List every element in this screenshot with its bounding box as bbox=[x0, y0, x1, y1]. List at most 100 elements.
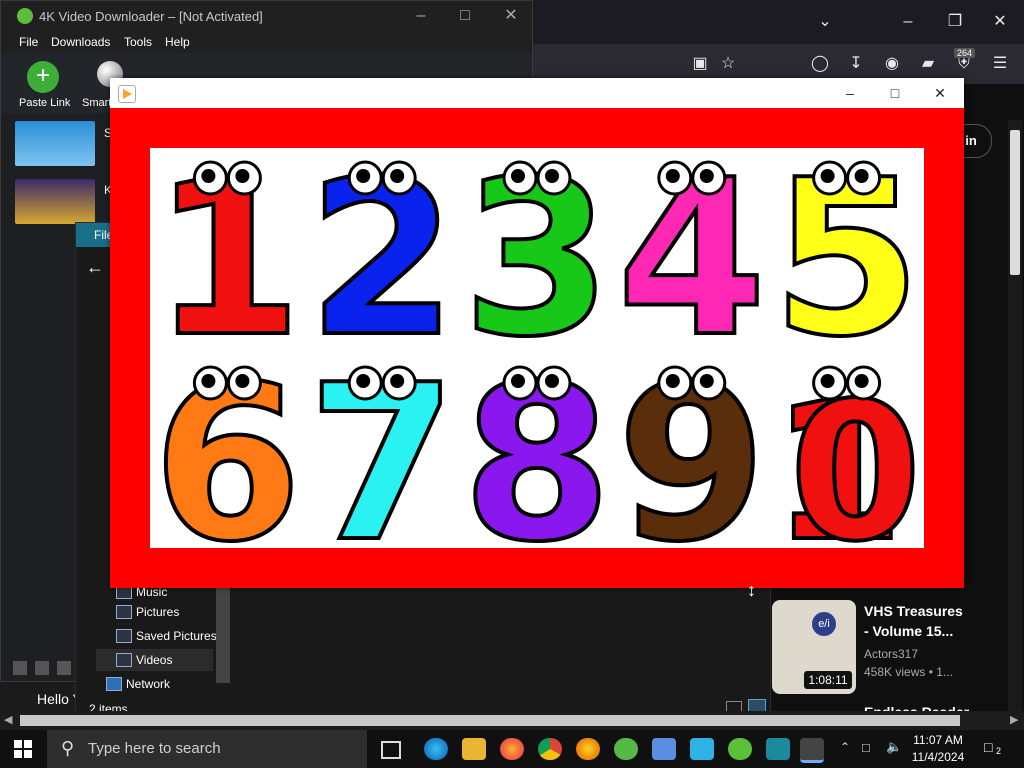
bookmark-star-icon[interactable]: ☆ bbox=[718, 54, 738, 74]
windows-start-icon[interactable] bbox=[14, 740, 32, 758]
volume-icon[interactable]: 🔈 bbox=[886, 739, 902, 755]
show-hidden-icons[interactable]: ⌃ bbox=[840, 740, 850, 754]
number-glyph: 6 bbox=[153, 338, 303, 548]
number-character-7: 7 bbox=[305, 336, 459, 591]
saved-pictures-folder-icon bbox=[116, 629, 132, 643]
download-thumbnail bbox=[15, 179, 95, 224]
minimize-icon[interactable]: – bbox=[836, 84, 864, 102]
pupil bbox=[511, 169, 525, 183]
minimize-icon[interactable]: – bbox=[411, 6, 431, 26]
browser-app-icon[interactable] bbox=[576, 738, 600, 760]
paste-link-button[interactable]: + Paste Link bbox=[11, 55, 75, 111]
4k-downloader-icon[interactable] bbox=[728, 738, 752, 760]
vd-titlebar: 4K Video Downloader – [Not Activated] – … bbox=[1, 1, 532, 31]
vd-menubar: File Downloads Tools Help bbox=[1, 31, 532, 53]
resize-cursor-icon: ↕ bbox=[747, 580, 756, 600]
number-glyph: 5 bbox=[772, 148, 922, 384]
channel-name[interactable]: Actors317 bbox=[864, 647, 918, 661]
social-icons bbox=[13, 659, 77, 677]
minimize-icon[interactable]: – bbox=[898, 12, 918, 32]
video-meta: 458K views • 1... bbox=[864, 665, 953, 679]
app-icon[interactable] bbox=[652, 738, 676, 760]
picture-in-picture-icon[interactable]: ▣ bbox=[690, 54, 710, 74]
vd-title: 4K Video Downloader – [Not Activated] bbox=[39, 9, 263, 24]
video-frame[interactable]: 1 2 3 4 5 6 7 8 9 10 bbox=[110, 108, 964, 591]
number-glyph: 9 bbox=[617, 338, 767, 548]
menu-help[interactable]: Help bbox=[165, 35, 190, 49]
download-thumbnail bbox=[15, 121, 95, 166]
nav-item-saved-pictures[interactable]: Saved Pictures bbox=[96, 625, 256, 647]
search-icon: ⚲ bbox=[61, 738, 75, 758]
scroll-right-icon[interactable]: ▶ bbox=[1010, 713, 1018, 726]
pupil bbox=[511, 374, 525, 388]
pupil bbox=[390, 169, 405, 183]
notification-icon[interactable]: □ bbox=[984, 739, 992, 755]
firefox-icon[interactable] bbox=[500, 738, 524, 760]
restore-icon[interactable]: ❐ bbox=[945, 12, 965, 32]
video-title[interactable]: VHS Treasures - Volume 15... bbox=[864, 603, 974, 639]
number-glyph: 10 bbox=[772, 362, 922, 548]
number-glyph: 7 bbox=[307, 338, 457, 548]
back-arrow-icon[interactable]: ← bbox=[86, 257, 104, 278]
clock-time: 11:07 AM bbox=[913, 733, 963, 747]
paste-link-label: Paste Link bbox=[19, 97, 71, 109]
nav-scrollbar[interactable] bbox=[216, 583, 230, 683]
clock[interactable]: 11:07 AM 11/4/2024 bbox=[906, 733, 970, 764]
network-status-icon[interactable]: □ bbox=[862, 740, 870, 755]
close-icon[interactable]: ✕ bbox=[990, 12, 1010, 32]
maximize-icon[interactable]: □ bbox=[455, 6, 475, 26]
extensions-icon[interactable]: ▰ bbox=[918, 54, 938, 74]
task-view-icon[interactable] bbox=[381, 741, 401, 759]
horizontal-scrollbar-thumb[interactable] bbox=[20, 715, 960, 726]
menu-icon[interactable]: ☰ bbox=[990, 54, 1010, 74]
nav-item-pictures[interactable]: Pictures bbox=[96, 601, 256, 623]
twitter-icon[interactable] bbox=[35, 661, 49, 675]
youtube-icon[interactable] bbox=[13, 661, 27, 675]
number-character-5: 5 bbox=[770, 131, 924, 386]
app-logo-icon bbox=[17, 8, 33, 24]
pupil bbox=[356, 169, 371, 183]
taskbar-search[interactable]: ⚲ Type here to search bbox=[47, 730, 367, 768]
number-character-6: 6 bbox=[151, 336, 305, 591]
download-icon[interactable]: ↧ bbox=[846, 54, 866, 74]
media-player-window: – □ ✕ 1 2 3 4 5 6 7 8 9 10 bbox=[110, 78, 964, 591]
pupil bbox=[545, 169, 559, 183]
pupil bbox=[699, 374, 714, 388]
video-title-line: VHS Treasures bbox=[864, 603, 963, 619]
close-icon[interactable]: ✕ bbox=[926, 84, 954, 102]
maximize-icon[interactable]: □ bbox=[881, 84, 909, 102]
number-character-9: 9 bbox=[615, 336, 769, 591]
network-icon bbox=[106, 677, 122, 691]
pocket-icon[interactable]: ◯ bbox=[810, 54, 830, 74]
download-app-icon[interactable] bbox=[690, 738, 714, 760]
account-icon[interactable]: ◉ bbox=[882, 54, 902, 74]
numbers-svg: 1 2 3 4 56 7 8 9 10 bbox=[151, 131, 924, 591]
close-icon[interactable]: ✕ bbox=[501, 6, 521, 26]
next-video-title[interactable]: Endless Reader bbox=[864, 704, 969, 711]
extension-badge: 264 bbox=[954, 48, 976, 58]
channel-logo-icon: e/i bbox=[812, 612, 836, 636]
pupil bbox=[235, 374, 250, 388]
menu-tools[interactable]: Tools bbox=[124, 35, 152, 49]
page-scrollbar-thumb[interactable] bbox=[1010, 130, 1020, 275]
pupil bbox=[665, 374, 680, 388]
horizontal-scrollbar[interactable]: ◀ ▶ bbox=[0, 711, 1024, 730]
editor-icon[interactable] bbox=[766, 738, 790, 760]
file-explorer-icon[interactable] bbox=[462, 738, 486, 760]
reddit-icon[interactable] bbox=[57, 661, 71, 675]
edge-icon[interactable] bbox=[424, 738, 448, 760]
media-player-taskbar-icon[interactable] bbox=[800, 738, 824, 763]
notification-count: 2 bbox=[996, 746, 1002, 756]
video-duration: 1:08:11 bbox=[804, 671, 852, 689]
utorrent-icon[interactable] bbox=[614, 738, 638, 760]
clock-date: 11/4/2024 bbox=[911, 750, 965, 764]
number-glyph: 8 bbox=[462, 338, 612, 548]
nav-item-videos[interactable]: Videos bbox=[96, 649, 213, 671]
pupil bbox=[545, 374, 559, 388]
menu-file[interactable]: File bbox=[19, 35, 38, 49]
menu-downloads[interactable]: Downloads bbox=[51, 35, 110, 49]
chrome-icon[interactable] bbox=[538, 738, 562, 760]
chevron-down-icon[interactable]: ⌄ bbox=[815, 12, 835, 32]
browser-titlebar: ⌄ – ❐ ✕ bbox=[530, 0, 1024, 44]
scroll-left-icon[interactable]: ◀ bbox=[4, 713, 12, 726]
